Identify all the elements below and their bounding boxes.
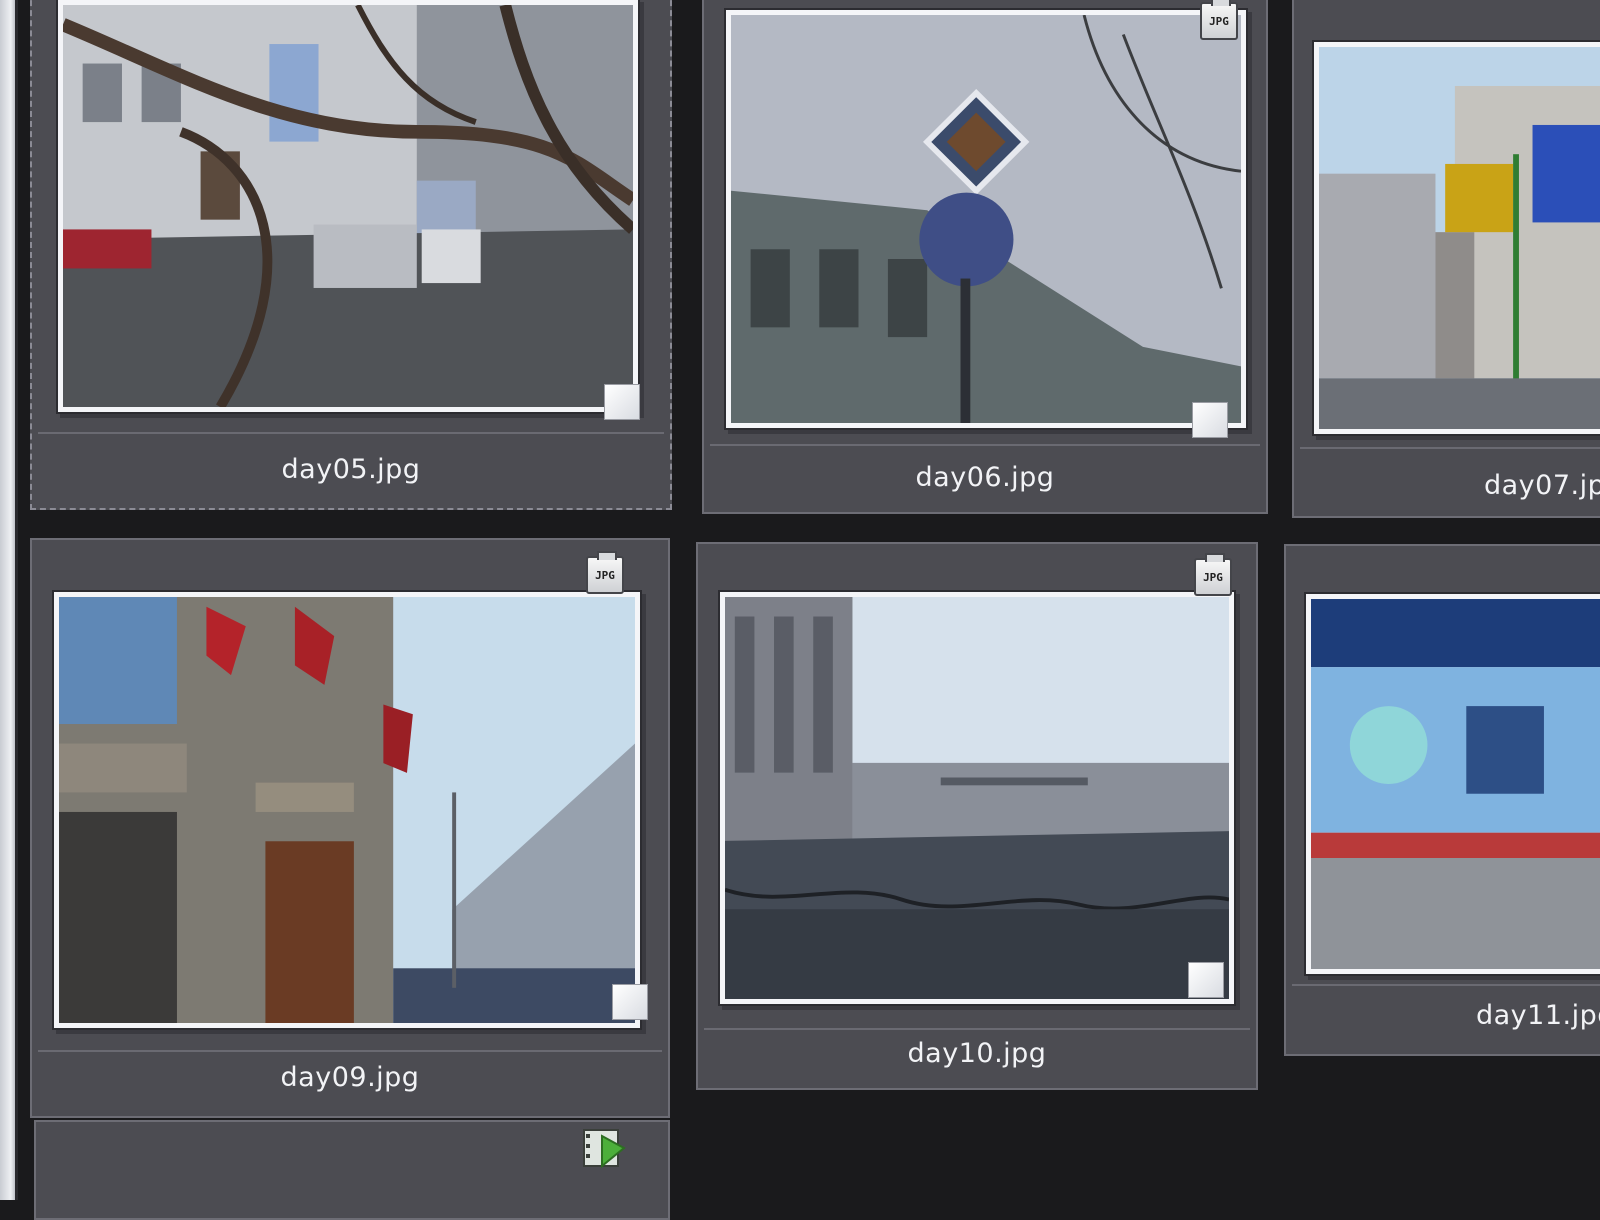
thumbnail-tile-day07[interactable]: day07.jpg	[1292, 0, 1600, 518]
thumbnail-filename: day05.jpg	[281, 454, 421, 485]
tile-separator	[1300, 447, 1600, 449]
tile-separator	[1292, 984, 1600, 986]
thumbnail-tile-day06[interactable]: JPG day06.jpg	[702, 0, 1268, 514]
thumbnail-image	[1306, 594, 1600, 974]
thumbnail-tile-day11[interactable]: day11.jpg	[1284, 544, 1600, 1056]
thumbnail-tile-day10[interactable]: JPG day10.jpg	[696, 542, 1258, 1090]
tile-separator	[710, 444, 1260, 446]
video-file-icon	[583, 1129, 626, 1169]
thumbnail-filename: day07.jpg	[1484, 470, 1600, 501]
resize-handle[interactable]	[1192, 402, 1228, 438]
jpg-type-icon: JPG	[1194, 553, 1232, 596]
thumbnail-image	[54, 592, 640, 1028]
jpg-type-icon: JPG	[586, 551, 624, 594]
thumbnail-filename: day06.jpg	[915, 462, 1055, 493]
thumbnail-filename: day09.jpg	[280, 1062, 420, 1093]
thumbnail-image	[720, 592, 1234, 1004]
resize-handle[interactable]	[612, 984, 648, 1020]
thumbnail-tile-day05[interactable]: day05.jpg	[30, 0, 672, 510]
thumbnail-grid: day05.jpg JPG day06.jpg day07.jp JPG day…	[0, 0, 1600, 1220]
thumbnail-image	[1314, 42, 1600, 434]
jpg-type-icon: JPG	[1200, 0, 1238, 40]
resize-handle[interactable]	[604, 384, 640, 420]
thumbnail-tile-day09[interactable]: JPG day09.jpg	[30, 538, 670, 1118]
tile-separator	[704, 1028, 1250, 1030]
thumbnail-image	[58, 0, 638, 412]
resize-handle[interactable]	[1188, 962, 1224, 998]
thumbnail-filename: day11.jpg	[1476, 1000, 1600, 1031]
tile-separator	[38, 1050, 662, 1052]
tile-separator	[38, 432, 664, 434]
thumbnail-image	[726, 10, 1246, 428]
thumbnail-filename: day10.jpg	[907, 1038, 1047, 1069]
thumbnail-tile-video[interactable]	[34, 1120, 670, 1220]
